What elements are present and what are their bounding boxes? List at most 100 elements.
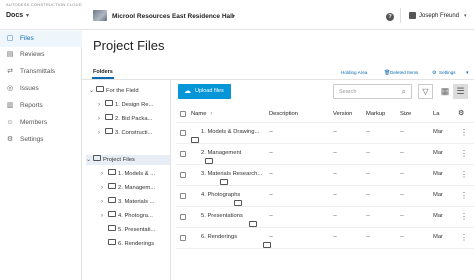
chevron-down-icon[interactable]: ⌄ — [86, 155, 93, 165]
column-header-name[interactable]: Name — [191, 111, 206, 117]
sort-icon[interactable]: ↑ — [210, 111, 213, 117]
project-thumbnail — [93, 10, 107, 21]
user-menu[interactable]: Joseph Freund — [419, 13, 459, 19]
table-cell: -- — [333, 129, 337, 135]
sidebar-item-members[interactable]: ☺ Members — [0, 115, 82, 131]
chevron-right-icon[interactable]: › — [101, 197, 108, 207]
sidebar-item-transmittals[interactable]: ⇄ Transmittals — [0, 64, 82, 80]
gear-icon[interactable]: ⚙ — [432, 70, 436, 76]
table-cell: -- — [366, 234, 370, 240]
chevron-right-icon[interactable]: › — [101, 169, 108, 179]
folder-icon — [108, 225, 116, 232]
chevron-down-icon[interactable]: ▾ — [232, 13, 235, 20]
folder-icon — [263, 241, 272, 248]
select-all-checkbox[interactable] — [180, 111, 186, 117]
row-checkbox[interactable] — [180, 193, 186, 199]
gear-icon: ⚙ — [6, 136, 14, 143]
table-row-name[interactable]: 2. Management — [201, 150, 241, 156]
upload-files-button[interactable]: ☁ Upload files — [178, 84, 231, 99]
tree-node[interactable]: › 2. Bid Packa... — [98, 114, 152, 124]
sidebar-item-reviews[interactable]: ▤ Reviews — [0, 47, 82, 63]
more-options-icon[interactable]: ⋮ — [460, 171, 468, 179]
more-options-icon[interactable]: ⋮ — [460, 150, 468, 158]
chevron-right-icon[interactable]: › — [101, 211, 108, 221]
tree-node[interactable]: › 4. Photogra... — [101, 211, 153, 221]
column-header-description[interactable]: Description — [269, 111, 298, 117]
row-checkbox[interactable] — [180, 151, 186, 157]
table-row-name[interactable]: 4. Photographs — [201, 192, 240, 198]
module-switcher[interactable]: Docs — [6, 12, 23, 19]
column-header-last-updated[interactable]: La — [433, 111, 439, 117]
chevron-right-icon[interactable]: › — [101, 183, 108, 193]
row-checkbox[interactable] — [180, 235, 186, 241]
table-row-name[interactable]: 5. Presentations — [201, 213, 243, 219]
sidebar-item-files[interactable]: ▢ Files — [0, 31, 82, 47]
tree-node[interactable]: › 2. Managem... — [101, 183, 155, 193]
folder-icon — [108, 239, 116, 246]
cloud-upload-icon: ☁ — [184, 88, 191, 95]
deleted-items-link[interactable]: Deleted Items — [390, 70, 418, 75]
chevron-right-icon[interactable]: › — [98, 114, 105, 124]
table-cell: -- — [366, 150, 370, 156]
tree-node[interactable]: › 3. Constructi... — [98, 128, 152, 138]
tree-node[interactable]: 6. Renderings — [108, 239, 154, 249]
chevron-right-icon[interactable]: › — [98, 100, 105, 110]
sidebar-item-settings[interactable]: ⚙ Settings — [0, 132, 82, 148]
avatar[interactable] — [409, 12, 416, 19]
more-options-icon[interactable]: ⋮ — [460, 213, 468, 221]
sidebar-item-label: Reviews — [20, 51, 45, 58]
table-row-name[interactable]: 6. Renderings — [201, 234, 237, 240]
tree-node-for-the-field[interactable]: ⌄ For the Field — [89, 86, 139, 96]
search-icon[interactable]: ⌕ — [402, 87, 406, 97]
folder-icon — [108, 183, 116, 190]
chevron-down-icon[interactable]: ▾ — [464, 13, 467, 19]
sidebar-item-label: Reports — [20, 102, 43, 109]
more-options-icon[interactable]: ⋮ — [460, 129, 468, 137]
table-cell: -- — [400, 213, 404, 219]
chevron-down-icon[interactable]: ⌄ — [89, 86, 96, 96]
table-cell: Mar — [433, 171, 443, 177]
sidebar-item-issues[interactable]: ◎ Issues — [0, 81, 82, 97]
grid-view-icon[interactable]: ▦ — [439, 85, 451, 98]
tab-folders[interactable]: Folders — [93, 69, 113, 75]
table-cell: Mar — [433, 213, 443, 219]
row-checkbox[interactable] — [180, 172, 186, 178]
tree-node[interactable]: › 3. Materials ... — [101, 197, 154, 207]
gear-icon[interactable]: ⚙ — [458, 109, 464, 117]
chevron-right-icon[interactable]: › — [98, 128, 105, 138]
list-view-icon[interactable]: ☰ — [453, 84, 468, 99]
more-options-icon[interactable]: ⋮ — [460, 234, 468, 242]
table-cell: -- — [269, 192, 273, 198]
divider — [176, 164, 474, 165]
table-row-name[interactable]: 3. Materials Research... — [201, 171, 262, 177]
sidebar-item-reports[interactable]: ▥ Reports — [0, 98, 82, 114]
divider — [176, 143, 474, 144]
table-cell: -- — [366, 213, 370, 219]
table-cell: -- — [333, 213, 337, 219]
table-cell: -- — [269, 150, 273, 156]
folder-icon — [105, 114, 113, 121]
column-header-version[interactable]: Version — [333, 111, 352, 117]
filter-icon[interactable]: ▽ — [418, 84, 433, 99]
chevron-down-icon[interactable]: ▾ — [466, 70, 469, 76]
tree-node-project-files[interactable]: ⌄ Project Files — [86, 155, 170, 165]
folder-icon — [105, 100, 113, 107]
table-cell: -- — [366, 171, 370, 177]
table-cell: -- — [333, 192, 337, 198]
tree-node[interactable]: 5. Presentati... — [108, 225, 155, 235]
table-row-name[interactable]: 1. Models & Drawing... — [201, 129, 259, 135]
chevron-down-icon[interactable]: ▾ — [26, 12, 29, 19]
more-options-icon[interactable]: ⋮ — [460, 192, 468, 200]
holding-area-link[interactable]: Holding Area — [341, 70, 367, 75]
column-header-markup[interactable]: Markup — [366, 111, 385, 117]
help-icon[interactable]: ? — [386, 13, 394, 21]
tree-node[interactable]: › 1. Models & ... — [101, 169, 155, 179]
settings-link[interactable]: Settings — [439, 70, 456, 75]
search-input[interactable]: Search ⌕ — [333, 84, 412, 99]
tree-node[interactable]: › 1. Design Re... — [98, 100, 153, 110]
row-checkbox[interactable] — [180, 214, 186, 220]
row-checkbox[interactable] — [180, 130, 186, 136]
table-cell: -- — [333, 234, 337, 240]
column-header-size[interactable]: Size — [400, 111, 411, 117]
project-selector[interactable]: Microol Resources East Residence Hall — [112, 13, 234, 20]
